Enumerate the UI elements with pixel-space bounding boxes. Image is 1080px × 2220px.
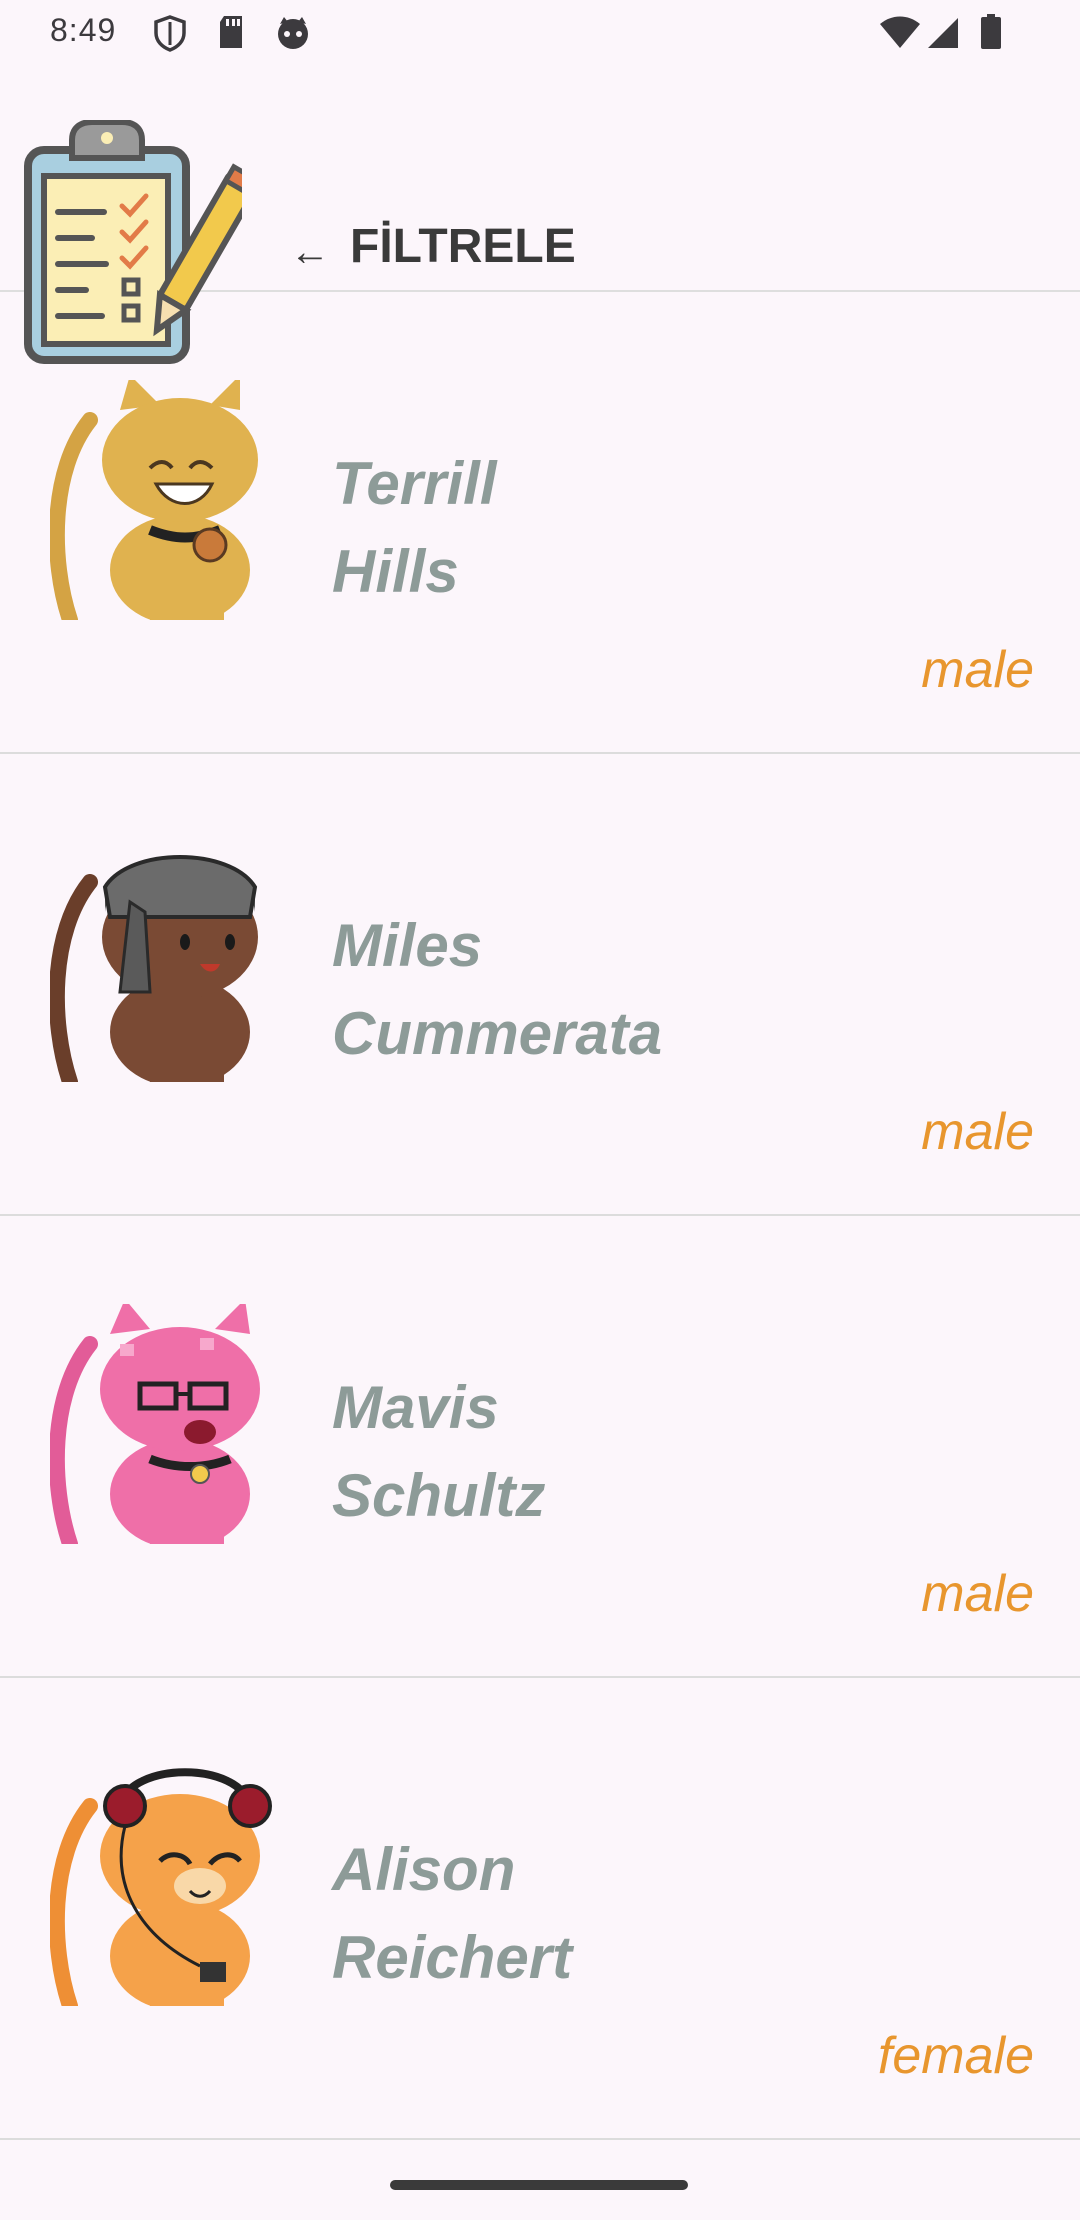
filter-label: FİLTRELE <box>350 219 576 273</box>
back-arrow-icon: ← <box>290 229 330 274</box>
pink-cat-glasses-avatar <box>50 1304 260 1544</box>
battery-icon <box>981 14 1001 49</box>
list-item[interactable]: Alison Reichert female <box>0 1678 1080 2140</box>
first-name: Mavis <box>332 1374 499 1441</box>
list-item[interactable]: Mavis Schultz male <box>0 1216 1080 1678</box>
last-name: Schultz <box>332 1462 546 1529</box>
last-name: Reichert <box>332 1924 573 1991</box>
brown-cat-bandana-avatar <box>50 855 258 1082</box>
cell-signal-icon <box>928 18 958 48</box>
list-item[interactable]: Terrill Hills male <box>0 292 1080 754</box>
first-name: Miles <box>332 912 483 979</box>
status-bar: 8:49 <box>0 0 1080 66</box>
last-name: Cummerata <box>332 1000 663 1067</box>
gender-label: female <box>877 2027 1034 2085</box>
header: ← FİLTRELE <box>0 66 1080 364</box>
filter-button[interactable]: ← FİLTRELE <box>290 216 576 276</box>
cat-name: Miles Cummerata <box>332 902 662 1078</box>
last-name: Hills <box>332 538 459 605</box>
first-name: Alison <box>332 1836 516 1903</box>
sd-card-icon <box>220 16 242 48</box>
orange-cat-headphones-avatar <box>50 1768 272 2006</box>
list-item[interactable]: Miles Cummerata male <box>0 754 1080 1216</box>
first-name: Terrill <box>332 450 497 517</box>
cat-name: Terrill Hills <box>332 440 497 616</box>
wifi-icon <box>880 16 920 48</box>
shield-icon <box>154 15 186 52</box>
cat-name: Mavis Schultz <box>332 1364 545 1540</box>
gender-label: male <box>921 1103 1034 1161</box>
cat-face-icon <box>278 17 308 49</box>
yellow-cat-avatar <box>50 380 258 620</box>
status-time: 8:49 <box>50 12 117 48</box>
gender-label: male <box>921 1565 1034 1623</box>
cat-name: Alison Reichert <box>332 1826 572 2002</box>
gesture-navigation-handle[interactable] <box>390 2180 688 2190</box>
gender-label: male <box>921 641 1034 699</box>
